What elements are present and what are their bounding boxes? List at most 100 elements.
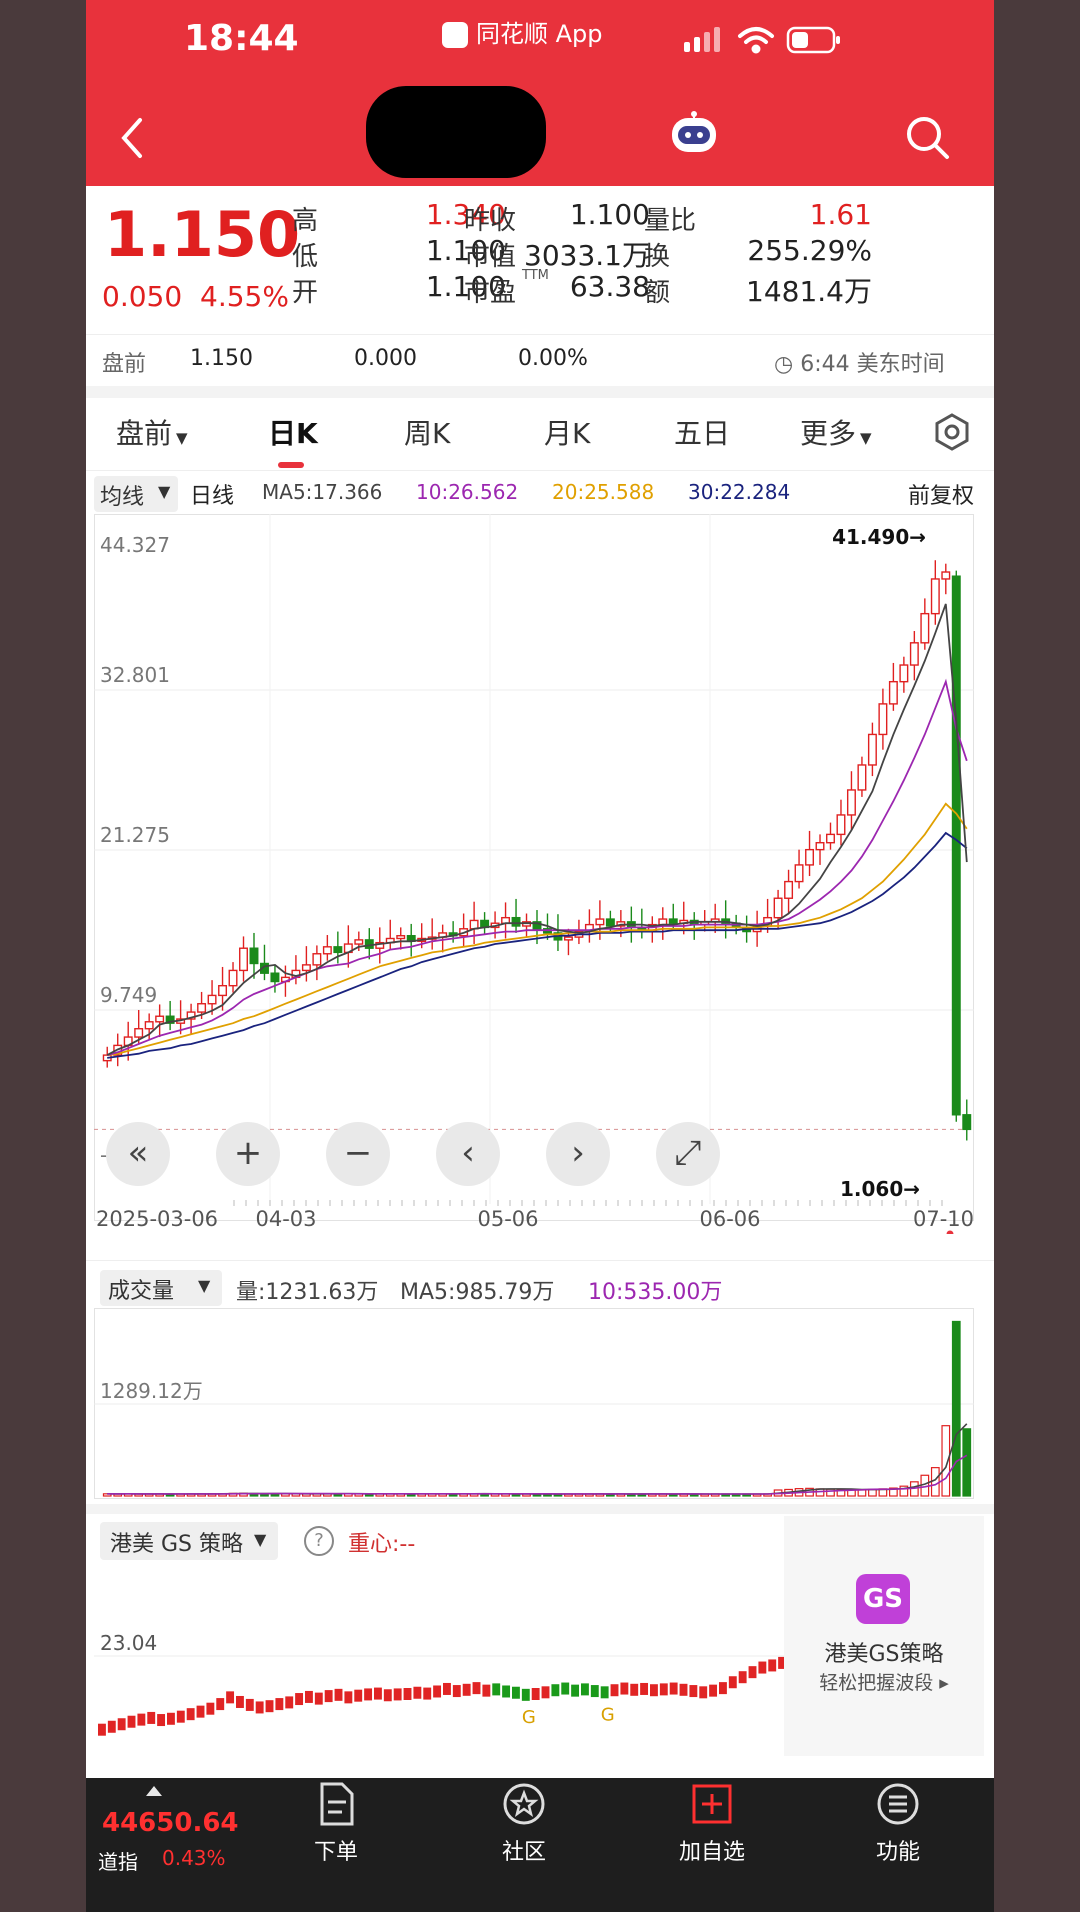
volume-ma5-line <box>107 1423 968 1495</box>
indicator-bar <box>738 1671 747 1684</box>
volume-chart[interactable]: 1289.12万 <box>94 1308 982 1500</box>
nav-add-watchlist[interactable]: 加自选 <box>652 1780 772 1866</box>
indicator-bar <box>255 1701 264 1714</box>
candle <box>301 946 311 982</box>
indicator-bar <box>571 1684 580 1697</box>
indicator-bar <box>512 1686 520 1699</box>
ma-selector[interactable]: 均线 ▼ <box>94 476 178 512</box>
premarket-change: 0.000 <box>354 346 417 371</box>
volume-selector[interactable]: 成交量 ▼ <box>100 1270 222 1306</box>
nav-functions[interactable]: 功能 <box>838 1780 958 1866</box>
candle <box>784 869 794 914</box>
nav-order[interactable]: 下单 <box>276 1780 396 1866</box>
active-tab-indicator <box>278 462 304 468</box>
strategy-ad-panel[interactable]: GS 港美GS策略 轻松把握波段 ▸ <box>784 1516 984 1756</box>
indicator-bar <box>305 1690 313 1703</box>
menu-circle-icon <box>877 1783 919 1825</box>
document-icon <box>320 1782 354 1826</box>
chevron-down-icon: ▼ <box>254 1530 267 1549</box>
indicator-bar <box>117 1718 126 1731</box>
indicator-bar <box>275 1698 284 1711</box>
robot-assistant-icon[interactable] <box>666 108 722 160</box>
stat-value: 1.100 <box>569 198 650 231</box>
candle <box>480 912 490 935</box>
help-icon[interactable]: ? <box>304 1526 334 1556</box>
indicator-bar <box>462 1683 471 1696</box>
tab-2[interactable]: 周K <box>404 412 450 452</box>
fullscreen-icon[interactable]: ⤢ <box>656 1122 720 1186</box>
indicator-selector[interactable]: 港美 GS 策略 ▼ <box>100 1522 278 1560</box>
expand-up-icon[interactable] <box>146 1786 162 1796</box>
candle <box>511 898 521 933</box>
indicator-bar <box>521 1688 530 1701</box>
status-time: 18:44 <box>184 18 299 59</box>
scroll-right-icon[interactable]: › <box>546 1122 610 1186</box>
candle <box>888 662 898 711</box>
divider <box>86 334 994 335</box>
search-icon[interactable] <box>904 114 952 162</box>
candle <box>364 928 374 960</box>
indicator-bar <box>216 1698 225 1711</box>
scroll-start-icon[interactable]: « <box>106 1122 170 1186</box>
g-signal-label: G <box>601 1704 615 1725</box>
stock-name-redacted <box>366 86 546 178</box>
high-marker: 41.490→ <box>832 525 926 549</box>
status-app-name: 同花顺 App <box>442 14 603 49</box>
ma10-line <box>106 678 968 1056</box>
candle <box>826 822 835 850</box>
tab-5[interactable]: 更多 ▼ <box>800 412 872 452</box>
indicator-center: 重心:-- <box>348 1532 416 1557</box>
settings-hex-icon[interactable] <box>932 412 972 452</box>
indicator-bar <box>492 1683 501 1696</box>
period-label: 日线 <box>190 484 235 509</box>
divider <box>86 1260 994 1261</box>
indicator-bar <box>334 1688 343 1701</box>
star-badge-icon <box>503 1783 545 1825</box>
indicator-bar <box>551 1684 560 1697</box>
candlestick-chart[interactable]: 44.32732.80121.2759.749-1.77741.490→1.06… <box>94 514 982 1234</box>
nav-community[interactable]: 社区 <box>464 1780 584 1866</box>
chart-frame <box>94 514 974 1221</box>
indicator-bar <box>413 1686 422 1699</box>
candle <box>553 914 563 951</box>
current-date-dot <box>946 1230 954 1234</box>
indicator-bar <box>650 1684 658 1697</box>
index-value[interactable]: 44650.64 <box>102 1808 239 1838</box>
stat-label: 开 <box>292 278 319 308</box>
indicator-chart: 23.04 G G <box>94 1631 794 1736</box>
gs-badge-icon: GS <box>856 1574 910 1624</box>
back-icon[interactable] <box>114 114 150 162</box>
tab-4[interactable]: 五日 <box>674 412 730 452</box>
indicator-bar <box>433 1685 442 1698</box>
indicator-bar <box>502 1685 511 1698</box>
candle <box>322 935 332 961</box>
add-box-icon <box>692 1784 732 1824</box>
tab-1[interactable]: 日K <box>268 412 318 452</box>
zoom-out-icon[interactable]: − <box>326 1122 390 1186</box>
candle <box>270 964 280 993</box>
index-name: 道指 <box>98 1850 138 1874</box>
candle <box>438 924 448 953</box>
stat-value: 255.29% <box>747 234 872 267</box>
zoom-in-icon[interactable]: + <box>216 1122 280 1186</box>
stat-label: 市盈 <box>464 278 517 308</box>
section-gap <box>86 386 994 398</box>
volume-y-tick: 1289.12万 <box>100 1379 203 1403</box>
premarket-label: 盘前 <box>102 352 147 377</box>
tab-0[interactable]: 盘前 ▼ <box>116 412 188 452</box>
indicator-bar <box>699 1686 708 1699</box>
indicator-bar <box>107 1720 116 1733</box>
indicator-bar <box>728 1676 737 1689</box>
stat-label-superscript: TTM <box>522 268 549 283</box>
adjust-mode[interactable]: 前复权 <box>908 478 974 510</box>
stat-label: 昨收 <box>464 206 517 236</box>
candle <box>930 560 940 625</box>
low-marker: 1.060→ <box>840 1177 920 1201</box>
battery-icon <box>786 26 840 54</box>
index-pct: 0.43% <box>162 1846 226 1870</box>
candle <box>312 945 322 981</box>
stat-value: 63.38 <box>569 270 650 303</box>
scroll-left-icon[interactable]: ‹ <box>436 1122 500 1186</box>
tab-3[interactable]: 月K <box>544 412 590 452</box>
indicator-bar <box>659 1683 668 1696</box>
